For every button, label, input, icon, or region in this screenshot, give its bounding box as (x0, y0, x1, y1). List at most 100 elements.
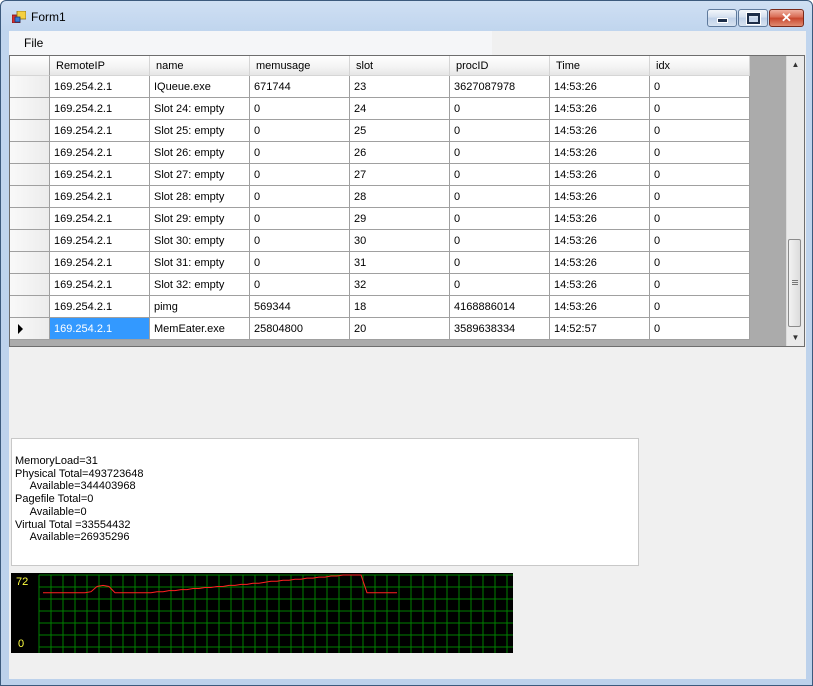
cell-time[interactable]: 14:53:26 (550, 120, 650, 142)
cell-idx[interactable]: 0 (650, 120, 750, 142)
maximize-button[interactable] (738, 9, 768, 27)
cell-remoteip[interactable]: 169.254.2.1 (50, 274, 150, 296)
row-header[interactable] (10, 120, 50, 142)
column-header-slot[interactable]: slot (350, 56, 450, 76)
cell-memusage[interactable]: 569344 (250, 296, 350, 318)
row-header[interactable] (10, 208, 50, 230)
cell-time[interactable]: 14:53:26 (550, 98, 650, 120)
table-row[interactable]: 169.254.2.1 Slot 30: empty 0 30 0 14:53:26 0 (10, 230, 750, 252)
cell-time[interactable]: 14:52:57 (550, 318, 650, 340)
cell-memusage[interactable]: 0 (250, 186, 350, 208)
cell-time[interactable]: 14:53:26 (550, 230, 650, 252)
memory-info-textbox[interactable]: MemoryLoad=31 Physical Total=493723648 Av… (11, 438, 639, 566)
cell-procid[interactable]: 0 (450, 98, 550, 120)
cell-time[interactable]: 14:53:26 (550, 208, 650, 230)
column-header-time[interactable]: Time (550, 56, 650, 76)
row-header[interactable] (10, 164, 50, 186)
cell-procid[interactable]: 3589638334 (450, 318, 550, 340)
cell-name[interactable]: IQueue.exe (150, 76, 250, 98)
grid-vertical-scrollbar[interactable]: ▲ ▼ (786, 56, 804, 346)
row-header[interactable] (10, 142, 50, 164)
cell-memusage[interactable]: 0 (250, 98, 350, 120)
table-row[interactable]: 169.254.2.1 Slot 29: empty 0 29 0 14:53:26 0 (10, 208, 750, 230)
row-header[interactable] (10, 296, 50, 318)
cell-memusage[interactable]: 0 (250, 120, 350, 142)
column-header-memusage[interactable]: memusage (250, 56, 350, 76)
cell-remoteip[interactable]: 169.254.2.1 (50, 76, 150, 98)
table-row[interactable]: 169.254.2.1 MemEater.exe 25804800 20 3589638… (10, 318, 750, 340)
row-header[interactable] (10, 318, 50, 340)
cell-idx[interactable]: 0 (650, 230, 750, 252)
column-header-procid[interactable]: procID (450, 56, 550, 76)
table-row[interactable]: 169.254.2.1 Slot 26: empty 0 26 0 14:53:26 0 (10, 142, 750, 164)
cell-name[interactable]: MemEater.exe (150, 318, 250, 340)
cell-idx[interactable]: 0 (650, 274, 750, 296)
cell-name[interactable]: Slot 24: empty (150, 98, 250, 120)
cell-procid[interactable]: 0 (450, 252, 550, 274)
close-button[interactable]: ✕ (769, 9, 804, 27)
table-row[interactable]: 169.254.2.1 Slot 24: empty 0 24 0 14:53:26 0 (10, 98, 750, 120)
cell-idx[interactable]: 0 (650, 76, 750, 98)
cell-procid[interactable]: 0 (450, 274, 550, 296)
cell-procid[interactable]: 0 (450, 186, 550, 208)
cell-idx[interactable]: 0 (650, 296, 750, 318)
cell-name[interactable]: Slot 28: empty (150, 186, 250, 208)
cell-procid[interactable]: 0 (450, 120, 550, 142)
cell-memusage[interactable]: 25804800 (250, 318, 350, 340)
cell-memusage[interactable]: 0 (250, 164, 350, 186)
cell-procid[interactable]: 0 (450, 142, 550, 164)
cell-remoteip[interactable]: 169.254.2.1 (50, 98, 150, 120)
row-header[interactable] (10, 274, 50, 296)
row-header[interactable] (10, 98, 50, 120)
table-row[interactable]: 169.254.2.1 Slot 32: empty 0 32 0 14:53:26 0 (10, 274, 750, 296)
cell-remoteip[interactable]: 169.254.2.1 (50, 120, 150, 142)
cell-idx[interactable]: 0 (650, 318, 750, 340)
cell-slot[interactable]: 20 (350, 318, 450, 340)
cell-name[interactable]: Slot 31: empty (150, 252, 250, 274)
cell-memusage[interactable]: 671744 (250, 76, 350, 98)
menu-file[interactable]: File (24, 36, 43, 50)
cell-time[interactable]: 14:53:26 (550, 142, 650, 164)
cell-idx[interactable]: 0 (650, 252, 750, 274)
cell-remoteip[interactable]: 169.254.2.1 (50, 164, 150, 186)
scroll-down-arrow-icon[interactable]: ▼ (787, 329, 804, 346)
column-header-remoteip[interactable]: RemoteIP (50, 56, 150, 76)
table-row[interactable]: 169.254.2.1 pimg 569344 18 4168886014 14:53:2… (10, 296, 750, 318)
cell-slot[interactable]: 27 (350, 164, 450, 186)
row-header[interactable] (10, 252, 50, 274)
cell-remoteip[interactable]: 169.254.2.1 (50, 142, 150, 164)
cell-idx[interactable]: 0 (650, 186, 750, 208)
cell-memusage[interactable]: 0 (250, 274, 350, 296)
cell-idx[interactable]: 0 (650, 142, 750, 164)
cell-time[interactable]: 14:53:26 (550, 164, 650, 186)
cell-time[interactable]: 14:53:26 (550, 76, 650, 98)
cell-name[interactable]: pimg (150, 296, 250, 318)
cell-slot[interactable]: 29 (350, 208, 450, 230)
cell-memusage[interactable]: 0 (250, 230, 350, 252)
cell-procid[interactable]: 3627087978 (450, 76, 550, 98)
process-data-grid[interactable]: RemoteIP name memusage slot procID Time … (9, 55, 805, 347)
cell-time[interactable]: 14:53:26 (550, 252, 650, 274)
cell-remoteip[interactable]: 169.254.2.1 (50, 208, 150, 230)
cell-remoteip[interactable]: 169.254.2.1 (50, 230, 150, 252)
cell-time[interactable]: 14:53:26 (550, 296, 650, 318)
grid-corner-header[interactable] (10, 56, 50, 76)
cell-memusage[interactable]: 0 (250, 252, 350, 274)
column-header-idx[interactable]: idx (650, 56, 750, 76)
cell-name[interactable]: Slot 27: empty (150, 164, 250, 186)
cell-remoteip[interactable]: 169.254.2.1 (50, 296, 150, 318)
cell-slot[interactable]: 30 (350, 230, 450, 252)
title-bar[interactable]: Form1 ✕ (1, 1, 812, 31)
cell-idx[interactable]: 0 (650, 164, 750, 186)
cell-slot[interactable]: 24 (350, 98, 450, 120)
cell-procid[interactable]: 0 (450, 164, 550, 186)
cell-name[interactable]: Slot 30: empty (150, 230, 250, 252)
cell-slot[interactable]: 28 (350, 186, 450, 208)
cell-time[interactable]: 14:53:26 (550, 186, 650, 208)
cell-name[interactable]: Slot 29: empty (150, 208, 250, 230)
table-row[interactable]: 169.254.2.1 Slot 28: empty 0 28 0 14:53:26 0 (10, 186, 750, 208)
cell-remoteip[interactable]: 169.254.2.1 (50, 186, 150, 208)
minimize-button[interactable] (707, 9, 737, 27)
cell-remoteip[interactable]: 169.254.2.1 (50, 318, 150, 340)
column-header-name[interactable]: name (150, 56, 250, 76)
